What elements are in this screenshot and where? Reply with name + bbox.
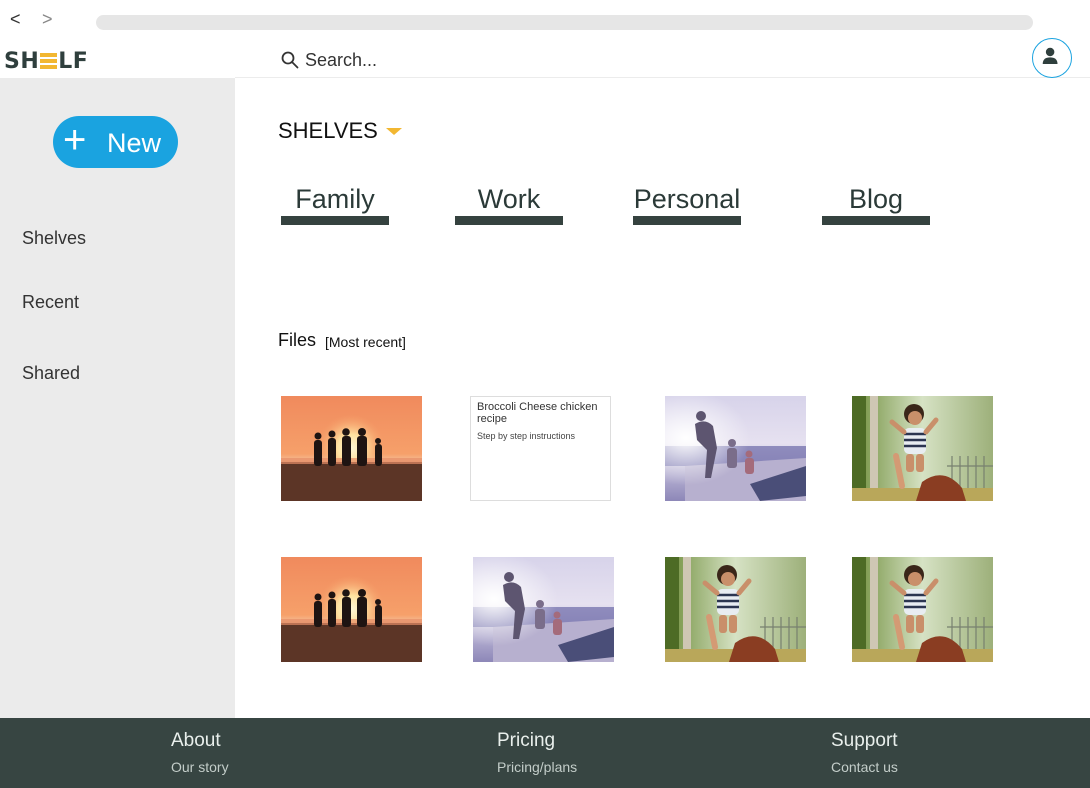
shelf-tab-label: Blog bbox=[848, 184, 904, 214]
files-heading: Files bbox=[278, 330, 317, 350]
sidebar-item-recent[interactable]: Recent bbox=[22, 292, 79, 313]
shelf-underline bbox=[822, 216, 930, 225]
child-play-image bbox=[852, 557, 993, 662]
new-button[interactable]: + New bbox=[53, 116, 178, 168]
new-button-label: New bbox=[107, 128, 162, 158]
footer-contact-link[interactable]: Contact us bbox=[831, 759, 898, 775]
logo-area: SH LF bbox=[0, 32, 235, 78]
file-thumbnail-sunset-family[interactable] bbox=[281, 557, 422, 662]
forward-arrow-icon[interactable]: > bbox=[42, 10, 53, 28]
file-thumbnail-boat-family[interactable] bbox=[473, 557, 614, 662]
shelves-heading: SHELVES bbox=[278, 118, 378, 143]
sidebar-item-shared[interactable]: Shared bbox=[22, 363, 80, 384]
sunset-family-image bbox=[281, 557, 422, 662]
file-document-card[interactable]: Broccoli Cheese chicken recipe Step by s… bbox=[470, 396, 611, 501]
footer: About Our story Pricing Pricing/plans Su… bbox=[0, 718, 1090, 788]
shelf-underline bbox=[455, 216, 563, 225]
footer-our-story-link[interactable]: Our story bbox=[171, 759, 229, 775]
shelf-tab-label: Work bbox=[477, 184, 541, 214]
sidebar: SH LF + New Shelves Recent Shared bbox=[0, 32, 235, 718]
shelf-underline bbox=[633, 216, 741, 225]
user-avatar[interactable] bbox=[1032, 38, 1072, 78]
shelf-tab-family[interactable]: Family bbox=[281, 182, 389, 228]
shelf-tab-label: Family bbox=[295, 184, 375, 214]
address-bar[interactable] bbox=[96, 15, 1033, 30]
boat-family-image bbox=[473, 557, 614, 662]
document-title: Broccoli Cheese chicken recipe bbox=[477, 401, 598, 425]
user-icon bbox=[1042, 47, 1058, 64]
shelf-tab-work[interactable]: Work bbox=[455, 182, 563, 228]
footer-support-link[interactable]: Support bbox=[831, 730, 898, 752]
files-sort-label[interactable]: [Most recent] bbox=[325, 334, 406, 350]
shelf-underline bbox=[281, 216, 389, 225]
file-thumbnail-child-play[interactable] bbox=[852, 557, 993, 662]
browser-bar: < > bbox=[0, 0, 1090, 32]
footer-pricing-link[interactable]: Pricing bbox=[497, 730, 555, 752]
file-thumbnail-child-play[interactable] bbox=[665, 557, 806, 662]
sunset-family-image bbox=[281, 396, 422, 501]
file-thumbnail-child-play[interactable] bbox=[852, 396, 993, 501]
logo-e-mark bbox=[40, 53, 58, 69]
plus-icon: + bbox=[63, 118, 87, 162]
boat-family-image bbox=[665, 396, 806, 501]
footer-about-link[interactable]: About bbox=[171, 730, 221, 752]
search-icon bbox=[281, 51, 299, 69]
child-play-image bbox=[852, 396, 993, 501]
document-subtitle: Step by step instructions bbox=[477, 431, 576, 441]
shelves-dropdown-caret-icon[interactable] bbox=[386, 128, 402, 135]
shelf-tab-blog[interactable]: Blog bbox=[822, 182, 930, 228]
shelf-logo[interactable]: SH LF bbox=[4, 50, 88, 74]
back-arrow-icon[interactable]: < bbox=[10, 10, 21, 28]
child-play-image bbox=[665, 557, 806, 662]
footer-pricing-plans-link[interactable]: Pricing/plans bbox=[497, 759, 577, 775]
shelf-tab-label: Personal bbox=[633, 184, 741, 214]
file-thumbnail-boat-family[interactable] bbox=[665, 396, 806, 501]
shelf-tab-personal[interactable]: Personal bbox=[633, 182, 741, 228]
search-input[interactable] bbox=[305, 47, 705, 73]
top-bar bbox=[235, 32, 1090, 78]
sidebar-item-shelves[interactable]: Shelves bbox=[22, 228, 86, 249]
file-thumbnail-sunset-family[interactable] bbox=[281, 396, 422, 501]
